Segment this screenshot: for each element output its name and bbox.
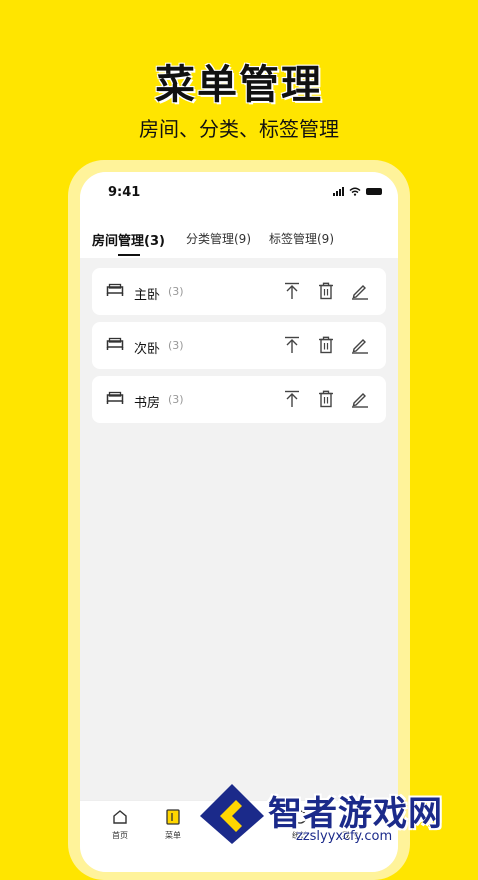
room-count: (3) <box>168 285 184 298</box>
bed-icon <box>106 391 124 404</box>
status-icons <box>333 186 382 196</box>
list-item[interactable]: 主卧 (3) <box>92 268 386 315</box>
room-count: (3) <box>168 339 184 352</box>
home-icon <box>113 810 127 824</box>
watermark-name: 智者游戏网 <box>268 794 443 834</box>
tab-categories[interactable]: 分类管理(9) <box>186 230 251 247</box>
delete-icon[interactable] <box>318 282 334 300</box>
menu-book-icon <box>166 809 180 825</box>
delete-icon[interactable] <box>318 336 334 354</box>
edit-icon[interactable] <box>351 282 369 300</box>
edit-icon[interactable] <box>351 390 369 408</box>
delete-icon[interactable] <box>318 390 334 408</box>
room-name: 书房 <box>134 396 161 411</box>
list-item[interactable]: 次卧 (3) <box>92 322 386 369</box>
room-count: (3) <box>168 393 184 406</box>
battery-icon <box>366 187 382 195</box>
bed-icon <box>106 283 124 296</box>
nav-label: 首页 <box>112 831 128 840</box>
status-time: 9:41 <box>108 185 141 200</box>
signal-icon <box>333 186 344 196</box>
phone-screen: 9:41 房间管理(3) 分类管理(9) 标签管理(9) 主卧 (3) 次卧 (… <box>80 172 398 872</box>
promo-subtitle: 房间、分类、标签管理 <box>139 117 339 141</box>
promo-title: 菜单管理 <box>155 62 323 108</box>
pin-to-top-icon[interactable] <box>284 282 300 300</box>
watermark: 智者游戏网 zzslyyxcfy.com <box>198 782 478 850</box>
pin-to-top-icon[interactable] <box>284 390 300 408</box>
room-list: 主卧 (3) 次卧 (3) 书房 (3) <box>92 268 386 430</box>
tab-bar: 房间管理(3) 分类管理(9) 标签管理(9) <box>80 216 398 258</box>
nav-label: 菜单 <box>165 831 181 840</box>
watermark-logo-icon <box>200 784 264 844</box>
bed-icon <box>106 337 124 350</box>
status-bar: 9:41 <box>80 172 398 216</box>
nav-home[interactable]: 首页 <box>100 809 140 841</box>
tab-rooms[interactable]: 房间管理(3) <box>92 230 165 249</box>
nav-menu[interactable]: 菜单 <box>153 809 193 841</box>
wifi-icon <box>349 187 361 196</box>
tab-tags[interactable]: 标签管理(9) <box>269 230 334 247</box>
active-tab-indicator <box>118 254 140 256</box>
pin-to-top-icon[interactable] <box>284 336 300 354</box>
room-name: 次卧 <box>134 342 161 357</box>
room-name: 主卧 <box>134 288 161 303</box>
edit-icon[interactable] <box>351 336 369 354</box>
list-item[interactable]: 书房 (3) <box>92 376 386 423</box>
watermark-url: zzslyyxcfy.com <box>296 829 393 844</box>
